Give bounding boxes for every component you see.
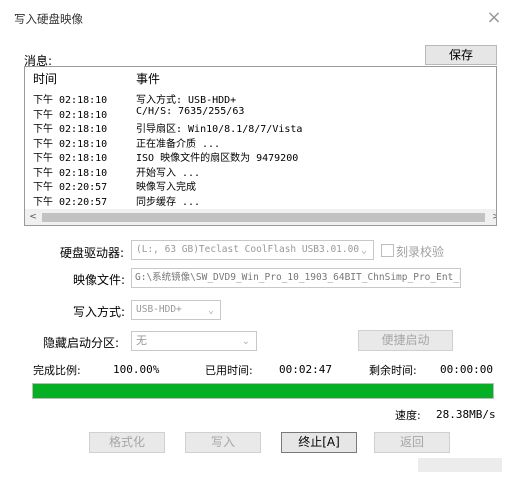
log-row-time: 下午 02:20:57	[33, 196, 108, 208]
ratio-label: 完成比例:	[33, 364, 81, 377]
hidden-partition-select[interactable]: 无 ⌄	[131, 331, 257, 351]
drive-select[interactable]: (L:, 63 GB)Teclast CoolFlash USB3.01.00 …	[131, 240, 374, 260]
log-row[interactable]: 下午 02:18:10 正在准备介质 ...	[25, 135, 495, 150]
log-row-time: 下午 02:18:10	[33, 138, 108, 150]
log-row-time: 下午 02:20:57	[33, 182, 108, 193]
window-title: 写入硬盘映像	[14, 12, 83, 26]
chevron-down-icon: ⌄	[241, 336, 250, 347]
back-button[interactable]: 返回	[374, 432, 450, 453]
column-header-event[interactable]: 事件	[136, 70, 160, 87]
log-row-time: 下午 02:18:10	[33, 153, 108, 164]
remaining-label: 剩余时间:	[369, 364, 417, 377]
chevron-down-icon: ⌄	[207, 305, 214, 316]
write-mode-value: USB-HDD+	[136, 304, 182, 315]
log-row[interactable]: 下午 02:18:10 ISO 映像文件的扇区数为 9479200	[25, 149, 495, 164]
log-row-event: 同步缓存 ...	[136, 196, 201, 208]
log-row-time: 下午 02:18:10	[33, 167, 108, 179]
scroll-left-icon[interactable]: <	[27, 212, 39, 222]
hidden-partition-value: 无	[136, 334, 147, 347]
verify-label: 刻录校验	[396, 245, 445, 259]
log-row-time: 下午 02:18:10	[33, 109, 108, 121]
elapsed-label: 已用时间:	[205, 364, 253, 377]
stop-button[interactable]: 终止[A]	[281, 432, 357, 453]
progress-fill	[33, 384, 493, 398]
image-file-label: 映像文件:	[73, 273, 126, 287]
write-mode-select[interactable]: USB-HDD+ ⌄	[131, 300, 221, 320]
log-row[interactable]: 下午 02:18:10 C/H/S: 7635/255/63	[25, 106, 495, 121]
log-row[interactable]: 下午 02:18:10 引导扇区: Win10/8.1/8/7/Vista	[25, 120, 495, 135]
ratio-value: 100.00%	[113, 363, 160, 376]
log-row[interactable]: 下午 02:18:10 开始写入 ...	[25, 164, 495, 179]
verify-checkbox[interactable]	[381, 244, 394, 257]
format-button[interactable]: 格式化	[89, 432, 165, 453]
quick-boot-button[interactable]: 便捷启动	[358, 330, 453, 351]
log-row-event: 正在准备介质 ...	[136, 138, 221, 150]
log-row-time: 下午 02:18:10	[33, 95, 108, 106]
log-row[interactable]: 下午 02:20:57 映像写入完成	[25, 178, 495, 193]
write-mode-label: 写入方式:	[73, 305, 126, 319]
column-header-time[interactable]: 时间	[33, 70, 57, 87]
hidden-partition-label: 隐藏启动分区:	[43, 336, 120, 350]
save-button[interactable]: 保存	[425, 45, 497, 65]
drive-select-value: (L:, 63 GB)Teclast CoolFlash USB3.01.00	[136, 244, 360, 255]
log-row-event: 映像写入完成	[136, 182, 196, 193]
chevron-down-icon: ⌄	[360, 245, 367, 256]
image-file-field[interactable]: G:\系统镜像\SW_DVD9_Win_Pro_10_1903_64BIT_Ch…	[131, 268, 461, 288]
write-button[interactable]: 写入	[185, 432, 261, 453]
log-row[interactable]: 下午 02:20:57 同步缓存 ...	[25, 193, 495, 208]
blurred-watermark	[418, 458, 502, 472]
log-row[interactable]: 下午 02:18:10 写入方式: USB-HDD+	[25, 91, 495, 106]
scroll-right-icon[interactable]: >	[490, 212, 496, 222]
log-row-event: 写入方式: USB-HDD+	[136, 95, 237, 106]
speed-value: 28.38MB/s	[436, 408, 496, 421]
drive-label: 硬盘驱动器:	[60, 246, 125, 260]
elapsed-value: 00:02:47	[279, 363, 332, 376]
log-row-event: 开始写入 ...	[136, 167, 201, 179]
close-icon[interactable]: ×	[482, 6, 506, 30]
horizontal-scroll-thumb[interactable]	[42, 213, 485, 222]
log-row-event: C/H/S: 7635/255/63	[136, 105, 245, 117]
log-list[interactable]: 时间 事件 下午 02:18:10 写入方式: USB-HDD+ 下午 02:18:…	[24, 66, 497, 226]
title-bar: 写入硬盘映像 ×	[0, 0, 527, 36]
log-row-time: 下午 02:18:10	[33, 124, 108, 135]
remaining-value: 00:00:00	[440, 363, 493, 376]
log-row-event: 引导扇区: Win10/8.1/8/7/Vista	[136, 124, 303, 135]
speed-label: 速度:	[395, 409, 421, 422]
log-row-event: ISO 映像文件的扇区数为 9479200	[136, 153, 299, 164]
